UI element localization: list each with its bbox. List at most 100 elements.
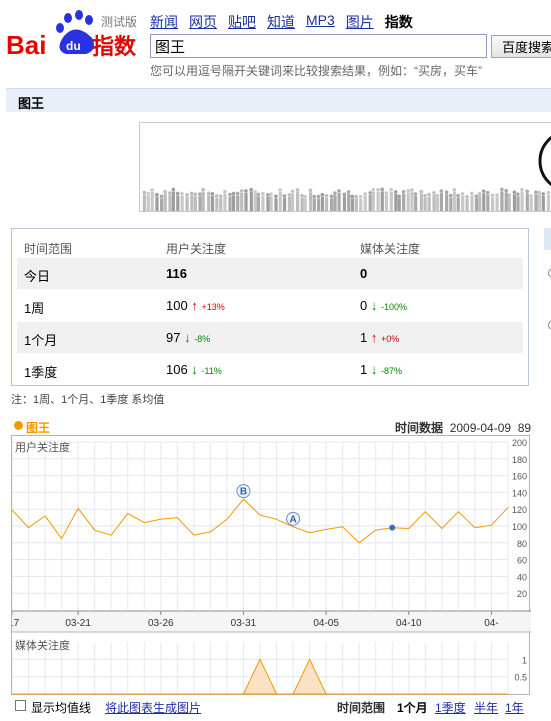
person-silhouette (290, 193, 295, 211)
person-silhouette (176, 195, 180, 211)
person-silhouette (368, 194, 372, 211)
generate-image-link[interactable]: 将此图表生成图片 (105, 699, 201, 716)
show-average-label[interactable]: 显示均值线 (31, 699, 91, 716)
person-silhouette (380, 187, 384, 192)
nav-images[interactable]: 图片 (346, 12, 374, 32)
person-silhouette (223, 193, 227, 211)
row-media-cell: 1 ↓ -87% (360, 362, 402, 377)
search-hint: 您可以用逗号隔开关键词来比较搜索结果，例如：“买房，买车” (150, 64, 482, 78)
table-row: 今日 116 0 (17, 258, 523, 289)
x-tick-label: 04-05 (313, 618, 339, 629)
person-silhouette (456, 193, 460, 198)
person-silhouette (300, 197, 304, 211)
range-1-quarter[interactable]: 1季度 (435, 699, 466, 716)
person-silhouette (470, 195, 474, 211)
person-silhouette (239, 189, 244, 193)
x-tick-label: 03-31 (231, 618, 257, 629)
person-silhouette (219, 198, 223, 211)
person-silhouette (452, 188, 457, 192)
person-silhouette (371, 188, 375, 192)
person-silhouette (295, 192, 300, 211)
person-silhouette (308, 192, 313, 211)
search-input[interactable] (150, 34, 487, 58)
person-silhouette (150, 191, 154, 211)
row-user-cell: 97 ↓ -8% (166, 330, 210, 345)
y-tick-label: 200 (512, 438, 527, 448)
person-silhouette (180, 195, 184, 211)
row-user-value: 106 (166, 362, 188, 377)
time-data-date: 2009-04-09 (449, 421, 512, 435)
crowd-banner (139, 122, 551, 212)
nav-index[interactable]: 指数 (385, 12, 413, 32)
nav-news[interactable]: 新闻 (150, 12, 178, 32)
person-silhouette (525, 193, 529, 211)
person-silhouette (460, 191, 465, 196)
person-silhouette (444, 190, 449, 195)
side-tab[interactable] (544, 228, 551, 250)
media-axis-label: 媒体关注度 (15, 638, 70, 652)
nav-mp3[interactable]: MP3 (306, 12, 335, 32)
person-silhouette (346, 190, 351, 194)
y-tick-label: 180 (512, 455, 527, 465)
person-silhouette (435, 193, 440, 198)
range-1-year[interactable]: 1年 (505, 699, 524, 716)
person-silhouette (256, 192, 261, 197)
person-silhouette (481, 189, 486, 193)
person-silhouette (214, 194, 219, 198)
nav-tieba[interactable]: 贴吧 (228, 12, 256, 32)
person-silhouette (210, 191, 215, 196)
top-nav: 新闻 网页 贴吧 知道 MP3 图片 指数 (150, 12, 413, 32)
row-media-pct: +0% (380, 334, 400, 344)
person-silhouette (347, 193, 351, 211)
person-silhouette (300, 193, 304, 198)
person-silhouette (316, 194, 321, 199)
person-silhouette (189, 191, 194, 196)
person-silhouette (303, 198, 307, 211)
person-silhouette (240, 193, 244, 211)
person-silhouette (324, 197, 329, 211)
person-silhouette (465, 198, 469, 211)
person-silhouette (185, 192, 189, 197)
person-silhouette (266, 193, 270, 197)
person-silhouette (495, 197, 499, 211)
person-silhouette (490, 193, 495, 197)
show-average-checkbox[interactable] (15, 700, 26, 711)
y-tick-label: 120 (512, 505, 527, 515)
person-silhouette (333, 191, 337, 195)
row-user-pct: -8% (194, 334, 211, 344)
nav-web[interactable]: 网页 (189, 12, 217, 32)
person-silhouette (190, 195, 194, 211)
row-user-pct: +13% (201, 302, 225, 312)
row-media-pct: -87% (380, 366, 402, 376)
person-silhouette (389, 187, 393, 192)
nav-zhidao[interactable]: 知道 (267, 12, 295, 32)
person-silhouette (359, 198, 363, 211)
range-half-year[interactable]: 半年 (474, 699, 498, 716)
range-1-month[interactable]: 1个月 (397, 699, 428, 716)
event-marker-a-label: A (289, 514, 296, 525)
arrow-down-icon: ↓ (184, 330, 191, 345)
row-media-value: 0 (360, 266, 368, 281)
person-silhouette (193, 196, 198, 211)
trend-chart-svg[interactable]: 20 40 60 80 100 120 140 160 180 200 用户关注度 B A -17 03-2… (12, 436, 531, 696)
selected-point (389, 524, 396, 531)
row-range: 1个月 (24, 333, 58, 348)
search-button[interactable]: 百度搜索 (491, 35, 551, 58)
person-silhouette (410, 188, 414, 192)
person-silhouette (146, 191, 150, 196)
y-tick-label: 140 (512, 488, 527, 498)
person-silhouette (397, 194, 401, 199)
person-silhouette (350, 198, 354, 211)
person-silhouette (163, 189, 167, 194)
legend-series-name: 图王 (26, 421, 51, 435)
table-row: 1季度 106 ↓ -11% 1 ↓ -87% (17, 354, 523, 385)
person-silhouette (150, 188, 154, 192)
trend-chart[interactable]: 20 40 60 80 100 120 140 160 180 200 用户关注度 B A -17 03-2… (11, 435, 531, 696)
person-silhouette (507, 193, 511, 198)
person-silhouette (449, 197, 453, 211)
person-silhouette (142, 194, 146, 211)
time-data-number: 89 (517, 421, 532, 435)
person-silhouette (207, 195, 211, 211)
person-silhouette (406, 192, 410, 211)
time-range-label: 时间范围 (337, 701, 386, 715)
